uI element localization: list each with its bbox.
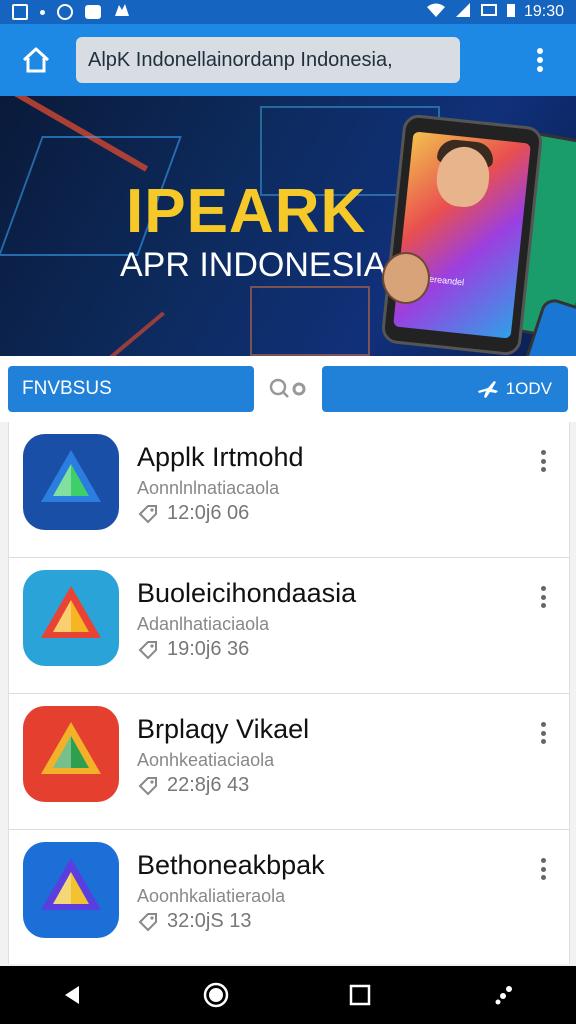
recents-icon bbox=[349, 984, 371, 1006]
app-list-item[interactable]: Brplaqy Vikael Aonhkeatiaciaola 22:8j6 43 bbox=[9, 694, 569, 830]
app-icon[interactable] bbox=[23, 434, 119, 530]
app-list-item[interactable]: Applk Irtmohd Aonnlnlnatiacaola 12:0j6 06 bbox=[9, 422, 569, 558]
app-subtitle: Adanlhatiaciaola bbox=[137, 614, 270, 634]
item-more-button[interactable] bbox=[531, 854, 555, 884]
more-vert-icon bbox=[540, 594, 546, 600]
app-bar: AlpK Indonellainordanp Indonesia, bbox=[0, 24, 576, 96]
battery-icon bbox=[506, 2, 516, 22]
more-vert-icon bbox=[540, 739, 546, 744]
data-icon bbox=[480, 2, 498, 22]
menu-button[interactable] bbox=[504, 24, 576, 96]
nav-recents-button[interactable] bbox=[330, 966, 390, 1024]
tag-icon bbox=[138, 640, 157, 659]
search-button[interactable] bbox=[254, 366, 322, 412]
home-circle-icon bbox=[203, 982, 229, 1008]
app-subtitle: Aonhkeatiaciaola bbox=[137, 750, 275, 770]
message-icon bbox=[85, 5, 101, 19]
more-vert-icon bbox=[540, 458, 546, 464]
app-icon[interactable] bbox=[23, 570, 119, 666]
tag-icon bbox=[138, 912, 157, 931]
app-list-item[interactable]: Bethoneakbpak Aoonhkaliatieraola 32:0jS 13 bbox=[9, 830, 569, 964]
app-list-item[interactable]: Buoleicihondaasia Adanlhatiaciaola 19:0j6 … bbox=[9, 558, 569, 694]
back-icon bbox=[65, 986, 79, 1004]
more-vert-icon bbox=[540, 730, 546, 736]
more-vert-icon bbox=[540, 603, 546, 608]
nav-assist-button[interactable] bbox=[474, 966, 534, 1024]
nav-back-button[interactable] bbox=[42, 966, 102, 1024]
sort-button[interactable]: 1ODV bbox=[322, 366, 568, 412]
more-vert-icon bbox=[540, 875, 546, 880]
app-meta-text: 22:8j6 43 bbox=[167, 774, 250, 796]
filter-button[interactable]: FNVBSUS bbox=[8, 366, 254, 412]
app-meta-text: 19:0j6 36 bbox=[167, 638, 250, 660]
search-row: FNVBSUS 1ODV bbox=[0, 356, 576, 422]
home-button[interactable] bbox=[0, 24, 72, 96]
assist-icon bbox=[495, 986, 512, 1005]
app-meta: 19:0j6 36 bbox=[137, 638, 249, 661]
nav-home-button[interactable] bbox=[186, 966, 246, 1024]
navigation-bar bbox=[0, 966, 576, 1024]
more-vert-icon bbox=[537, 48, 543, 72]
item-more-button[interactable] bbox=[531, 446, 555, 476]
app-icon[interactable] bbox=[23, 842, 119, 938]
item-more-button[interactable] bbox=[531, 718, 555, 748]
banner-decoration bbox=[55, 311, 165, 356]
app-meta-text: 32:0jS 13 bbox=[167, 910, 252, 932]
signal-icon bbox=[454, 2, 472, 22]
app-meta-text: 12:0j6 06 bbox=[167, 502, 250, 524]
more-vert-icon bbox=[540, 467, 546, 472]
item-more-button[interactable] bbox=[531, 582, 555, 612]
phone-illustration: Gereandel bbox=[380, 113, 544, 356]
app-name: Bethoneakbpak bbox=[137, 850, 325, 880]
search-icon bbox=[269, 378, 306, 398]
app-subtitle: Aonnlnlnatiacaola bbox=[137, 478, 280, 498]
status-left-icons bbox=[12, 2, 131, 22]
banner-decoration bbox=[250, 286, 370, 356]
app-meta: 32:0jS 13 bbox=[137, 910, 252, 933]
circle-icon bbox=[57, 4, 73, 20]
app-icon[interactable] bbox=[23, 706, 119, 802]
app-name: Applk Irtmohd bbox=[137, 442, 304, 472]
banner-subtitle: APR INDONESIA bbox=[120, 246, 387, 284]
tag-icon bbox=[138, 504, 157, 523]
plane-icon bbox=[477, 381, 498, 398]
more-vert-icon bbox=[540, 586, 546, 591]
image-icon bbox=[12, 4, 28, 20]
home-icon bbox=[22, 47, 50, 73]
promo-banner[interactable]: IPEARK APR INDONESIA Gereandel bbox=[0, 96, 576, 356]
mascot-icon bbox=[382, 252, 430, 304]
sort-button-label: 1ODV bbox=[505, 379, 552, 398]
tag-icon bbox=[138, 776, 157, 795]
app-name: Buoleicihondaasia bbox=[137, 578, 357, 608]
app-name: Brplaqy Vikael bbox=[137, 714, 310, 744]
status-bar: 19:30 bbox=[0, 0, 576, 24]
bird-icon bbox=[113, 2, 131, 22]
wifi-icon bbox=[426, 2, 446, 22]
banner-title: IPEARK bbox=[126, 177, 367, 246]
app-meta: 12:0j6 06 bbox=[137, 502, 249, 525]
more-vert-icon bbox=[540, 450, 546, 455]
app-subtitle: Aoonhkaliatieraola bbox=[137, 886, 286, 906]
url-field[interactable]: AlpK Indonellainordanp Indonesia, bbox=[76, 37, 460, 83]
dot-icon bbox=[40, 9, 45, 15]
status-right-icons: 19:30 bbox=[426, 2, 564, 22]
app-list: Applk Irtmohd Aonnlnlnatiacaola 12:0j6 06 B… bbox=[8, 422, 570, 964]
app-meta: 22:8j6 43 bbox=[137, 774, 249, 797]
status-time: 19:30 bbox=[523, 3, 564, 20]
more-vert-icon bbox=[540, 722, 546, 727]
more-vert-icon bbox=[540, 866, 546, 872]
more-vert-icon bbox=[540, 858, 546, 863]
